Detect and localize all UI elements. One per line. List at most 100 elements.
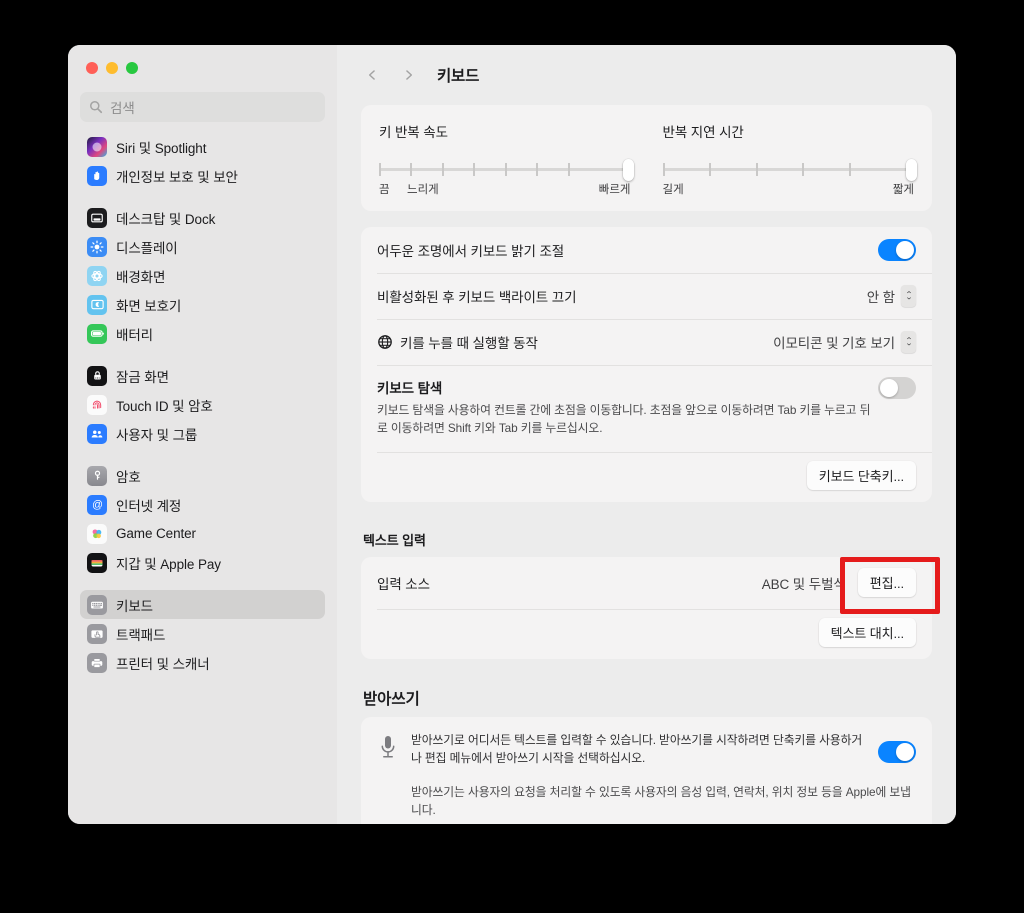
sidebar-item-label: Siri 및 Spotlight xyxy=(116,140,207,156)
sidebar-item-users-groups[interactable]: 사용자 및 그룹 xyxy=(80,419,325,448)
text-input-section-title: 텍스트 입력 xyxy=(363,532,426,548)
page-title: 키보드 xyxy=(437,68,480,85)
sidebar-item-keyboard[interactable]: 키보드 xyxy=(80,590,325,619)
sidebar-item-game-center[interactable]: Game Center xyxy=(80,519,325,548)
forward-button[interactable] xyxy=(393,61,423,89)
sidebar-item-passwords[interactable]: 암호 xyxy=(80,461,325,490)
row-label: 키를 누를 때 실행할 동작 xyxy=(400,336,538,351)
row-backlight-timeout[interactable]: 비활성화된 후 키보드 백라이트 끄기 안 함 xyxy=(361,273,932,319)
edit-input-sources-button[interactable]: 편집... xyxy=(857,568,916,598)
row-label: 비활성화된 후 키보드 백라이트 끄기 xyxy=(377,290,577,305)
slider-label-short: 짧게 xyxy=(892,184,914,196)
system-settings-window: 검색 Siri 및 Spotlight 개인정보 보호 및 보안 데스크탑 및 … xyxy=(68,45,956,824)
sidebar-nav: Siri 및 Spotlight 개인정보 보호 및 보안 데스크탑 및 Doc… xyxy=(78,132,327,677)
search-field[interactable]: 검색 xyxy=(80,92,325,122)
keyboard-shortcuts-button[interactable]: 키보드 단축키... xyxy=(806,460,916,490)
sidebar-group: 데스크탑 및 Dock 디스플레이 배경화면 화면 보호기 배터리 xyxy=(80,203,325,348)
key-repeat-rate-group: 키 반복 속도 끔 느리게 빠르게 xyxy=(379,121,649,197)
keyboard-options-card: 어두운 조명에서 키보드 밝기 조절 비활성화된 후 키보드 백라이트 끄기 안… xyxy=(361,227,932,502)
key-repeat-rate-label: 키 반복 속도 xyxy=(379,125,448,140)
slider-tick xyxy=(755,163,758,176)
slider-thumb[interactable] xyxy=(622,159,634,181)
slider-tick xyxy=(662,163,665,176)
chevron-down-icon xyxy=(906,296,911,299)
globe-key-action-value: 이모티콘 및 기호 보기 xyxy=(773,336,895,351)
adjust-brightness-toggle[interactable] xyxy=(878,239,916,261)
sidebar-item-lock-screen[interactable]: 잠금 화면 xyxy=(80,361,325,390)
row-adjust-brightness[interactable]: 어두운 조명에서 키보드 밝기 조절 xyxy=(361,227,932,273)
sidebar-item-internet-accounts[interactable]: @ 인터넷 계정 xyxy=(80,490,325,519)
dictation-toggle[interactable] xyxy=(878,740,916,763)
backlight-timeout-popup[interactable] xyxy=(901,285,916,307)
row-label: 어두운 조명에서 키보드 밝기 조절 xyxy=(377,244,565,259)
sidebar-item-privacy-security[interactable]: 개인정보 보호 및 보안 xyxy=(80,161,325,190)
sidebar: 검색 Siri 및 Spotlight 개인정보 보호 및 보안 데스크탑 및 … xyxy=(68,45,337,824)
dictation-card: 받아쓰기로 어디서든 텍스트를 입력할 수 있습니다. 받아쓰기를 시작하려면 … xyxy=(361,716,932,824)
slider-tick xyxy=(709,163,712,176)
slider-thumb[interactable] xyxy=(906,159,918,181)
sidebar-item-display[interactable]: 디스플레이 xyxy=(80,232,325,261)
slider-track-line xyxy=(662,168,914,171)
chevron-up-icon xyxy=(906,290,911,293)
text-replacements-button-row: 텍스트 대치... xyxy=(361,608,932,659)
key-repeat-rate-slider[interactable] xyxy=(379,159,634,181)
search-icon xyxy=(89,100,103,114)
row-dictation[interactable]: 받아쓰기로 어디서든 텍스트를 입력할 수 있습니다. 받아쓰기를 시작하려면 … xyxy=(361,717,932,774)
sidebar-group: 키보드 트랙패드 프린터 및 스캐너 xyxy=(80,590,325,677)
slider-tick xyxy=(473,163,476,176)
row-keyboard-navigation[interactable]: 키보드 탐색 키보드 탐색을 사용하여 컨트롤 간에 초점을 이동합니다. 초점… xyxy=(361,365,932,452)
slider-label-fast: 빠르게 xyxy=(598,184,631,196)
delay-until-repeat-group: 반복 지연 시간 길게 짧게 xyxy=(649,121,918,197)
display-brightness-icon xyxy=(87,236,107,257)
slider-tick xyxy=(441,163,444,176)
chevron-down-icon xyxy=(906,342,911,345)
close-button[interactable] xyxy=(86,62,98,74)
delay-until-repeat-slider[interactable] xyxy=(662,159,918,181)
slider-tick xyxy=(504,163,507,176)
globe-key-action-popup[interactable] xyxy=(901,331,916,353)
sidebar-item-label: 지갑 및 Apple Pay xyxy=(116,556,221,572)
sidebar-item-siri-spotlight[interactable]: Siri 및 Spotlight xyxy=(80,132,325,161)
sidebar-item-printers-scanners[interactable]: 프린터 및 스캐너 xyxy=(80,648,325,677)
sidebar-item-desktop-dock[interactable]: 데스크탑 및 Dock xyxy=(80,203,325,232)
dictation-privacy-note: 받아쓰기는 사용자의 요청을 처리할 수 있도록 사용자의 음성 입력, 연락처… xyxy=(411,785,911,818)
input-sources-value: ABC 및 두벌식 xyxy=(761,576,846,592)
sidebar-item-touch-id[interactable]: Touch ID 및 암호 xyxy=(80,390,325,419)
search-placeholder: 검색 xyxy=(110,101,135,116)
sidebar-item-label: 사용자 및 그룹 xyxy=(116,427,198,443)
sidebar-item-screensaver[interactable]: 화면 보호기 xyxy=(80,290,325,319)
trackpad-icon xyxy=(87,623,107,644)
toolbar: 키보드 xyxy=(337,45,956,105)
back-button[interactable] xyxy=(357,61,387,89)
row-input-sources[interactable]: 입력 소스 ABC 및 두벌식 편집... xyxy=(361,557,932,609)
sidebar-item-trackpad[interactable]: 트랙패드 xyxy=(80,619,325,648)
delay-until-repeat-scale: 길게 짧게 xyxy=(663,181,915,197)
keyboard-navigation-header: 키보드 탐색 키보드 탐색을 사용하여 컨트롤 간에 초점을 이동합니다. 초점… xyxy=(377,377,916,438)
slider-tick xyxy=(802,163,805,176)
shortcuts-button-row: 키보드 단축키... xyxy=(361,451,932,502)
internet-accounts-icon: @ xyxy=(87,494,107,515)
sidebar-group: Siri 및 Spotlight 개인정보 보호 및 보안 xyxy=(80,132,325,190)
text-replacements-button[interactable]: 텍스트 대치... xyxy=(818,617,916,647)
row-globe-key-action[interactable]: 키를 누를 때 실행할 동작 이모티콘 및 기호 보기 xyxy=(361,319,932,365)
key-repeat-rate-scale: 끔 느리게 빠르게 xyxy=(379,181,631,197)
sidebar-item-wallet-apple-pay[interactable]: 지갑 및 Apple Pay xyxy=(80,548,325,577)
slider-tick xyxy=(410,163,413,176)
battery-icon xyxy=(87,323,107,344)
wallpaper-icon xyxy=(87,265,107,286)
window-controls xyxy=(78,45,327,74)
repeat-settings-card: 키 반복 속도 끔 느리게 빠르게 반복 지연 시간 길게 짧게 xyxy=(361,105,932,211)
sidebar-item-battery[interactable]: 배터리 xyxy=(80,319,325,348)
svg-text:@: @ xyxy=(92,499,103,511)
minimize-button[interactable] xyxy=(106,62,118,74)
backlight-timeout-value: 안 함 xyxy=(866,290,895,305)
keyboard-navigation-toggle[interactable] xyxy=(878,377,916,399)
zoom-button[interactable] xyxy=(126,62,138,74)
game-center-icon xyxy=(87,523,107,544)
touch-id-icon xyxy=(87,394,107,415)
sidebar-item-wallpaper[interactable]: 배경화면 xyxy=(80,261,325,290)
slider-tick xyxy=(848,163,851,176)
delay-until-repeat-label: 반복 지연 시간 xyxy=(662,125,744,140)
lock-screen-icon xyxy=(87,365,107,386)
keyboard-navigation-description: 키보드 탐색을 사용하여 컨트롤 간에 초점을 이동합니다. 초점을 앞으로 이… xyxy=(377,403,871,436)
